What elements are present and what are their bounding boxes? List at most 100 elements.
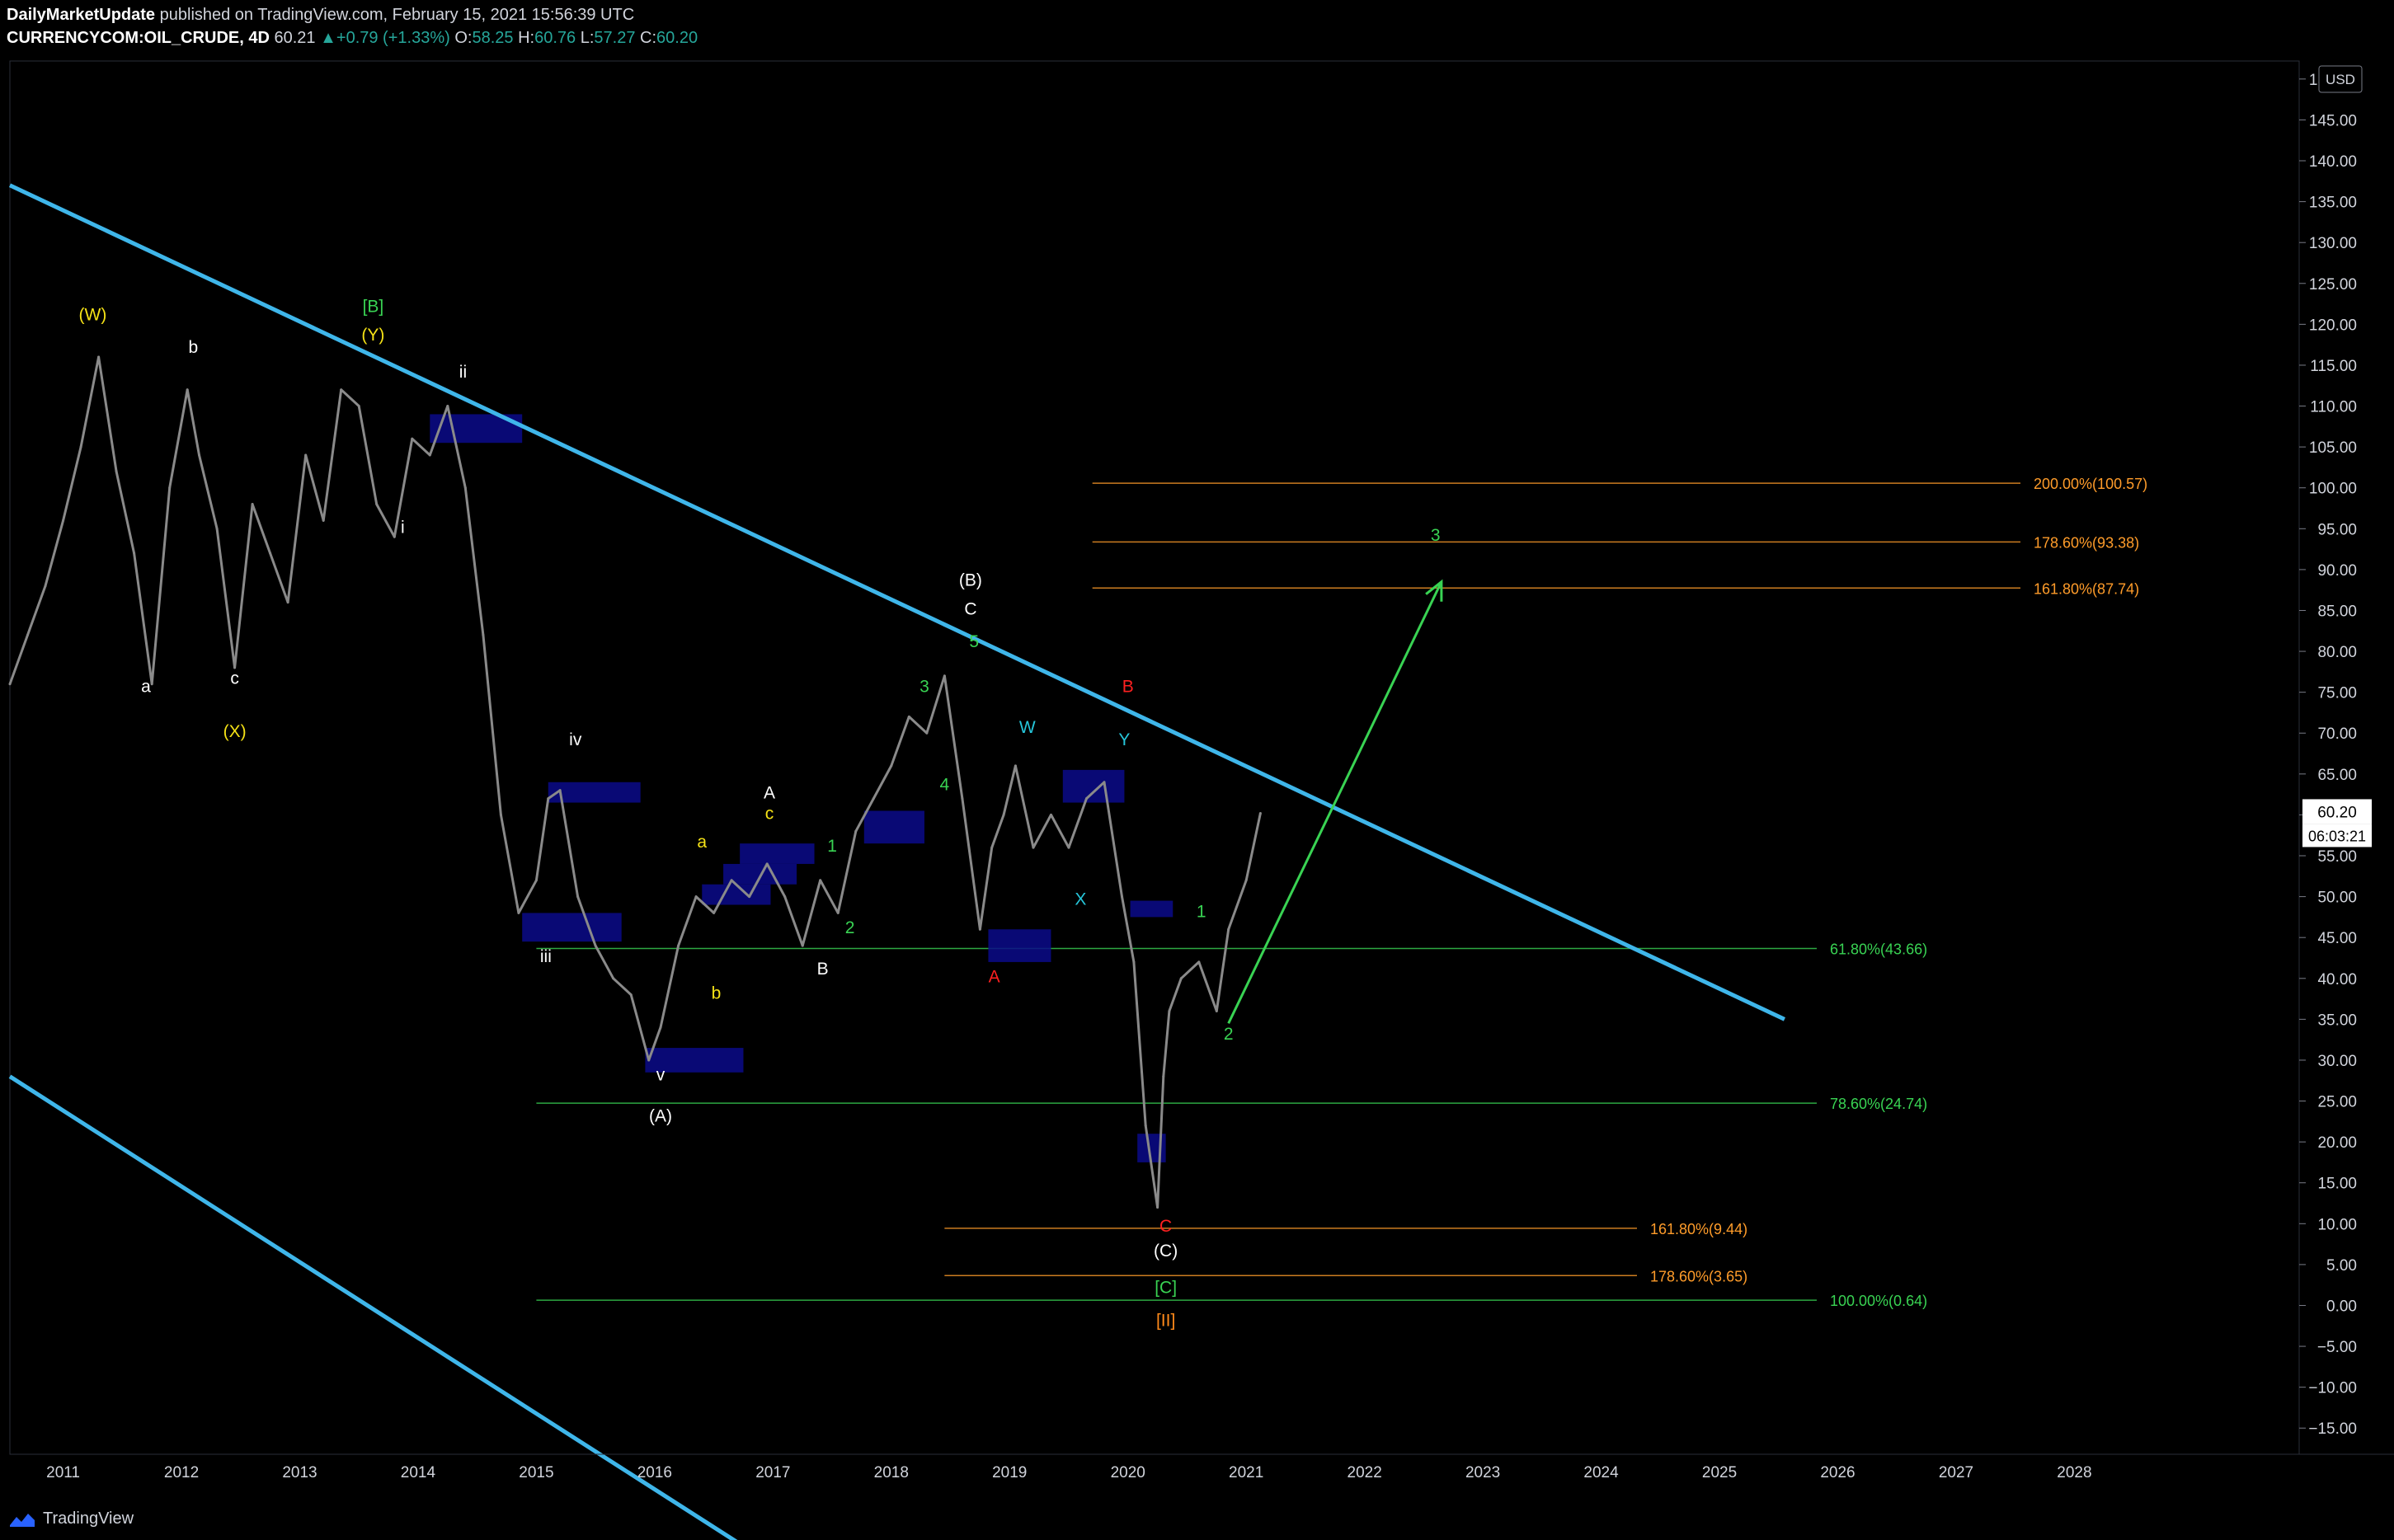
price-point: [890, 764, 893, 768]
price-tick-label: 120.00: [2309, 317, 2357, 334]
price-point: [1197, 960, 1201, 964]
wave-label: (C): [1154, 1242, 1178, 1261]
price-point: [150, 683, 153, 686]
price-tick-label: −10.00: [2308, 1380, 2357, 1397]
price-tick-label: 30.00: [2317, 1053, 2357, 1070]
support-resistance-zone[interactable]: [1130, 900, 1173, 918]
price-tick-label: 115.00: [2310, 358, 2357, 375]
price-point: [517, 911, 520, 914]
wave-label: iv: [569, 730, 582, 749]
wave-label: 5: [969, 632, 979, 651]
support-resistance-zone[interactable]: [988, 929, 1051, 962]
currency-label: USD: [2326, 72, 2355, 87]
price-point: [499, 813, 502, 816]
price-point: [943, 674, 946, 678]
price-point: [819, 879, 822, 882]
price-tick-label: 85.00: [2317, 603, 2357, 620]
support-resistance-zone[interactable]: [1062, 769, 1125, 803]
price-point: [1168, 1009, 1171, 1012]
wave-label: b: [712, 984, 722, 1003]
price-chart[interactable]: 200.00%(100.57) 178.60%(93.38) 161.80%(87.…: [0, 0, 2394, 1540]
price-point: [79, 445, 82, 448]
price-point: [115, 470, 118, 473]
price-tick-label: 140.00: [2309, 153, 2357, 171]
price-point: [1258, 811, 1262, 815]
price-point: [677, 944, 680, 947]
price-point: [978, 927, 981, 931]
price-tick-label: 40.00: [2317, 971, 2357, 988]
time-tick-label: 2019: [992, 1464, 1027, 1481]
wave-label: [C]: [1155, 1279, 1177, 1298]
support-resistance-zone[interactable]: [863, 810, 924, 844]
wave-label: (A): [649, 1106, 672, 1125]
wave-label: (Y): [361, 326, 384, 345]
price-tick-label: −5.00: [2317, 1339, 2357, 1356]
time-tick-label: 2023: [1465, 1464, 1500, 1481]
projection-arrow[interactable]: [1227, 581, 1443, 1024]
wave-label: 4: [940, 776, 950, 795]
price-point: [186, 388, 189, 392]
price-point: [694, 895, 698, 899]
time-tick-label: 2021: [1229, 1464, 1263, 1481]
fib-level-label: 61.80%(43.66): [1830, 941, 1927, 957]
wave-label: i: [401, 518, 405, 537]
fib-level-label: 200.00%(100.57): [2034, 476, 2147, 492]
support-resistance-zone[interactable]: [740, 843, 815, 864]
wave-label: a: [141, 678, 151, 697]
time-tick-label: 2025: [1702, 1464, 1737, 1481]
time-tick-label: 2024: [1583, 1464, 1619, 1481]
price-point: [925, 731, 929, 735]
time-tick-label: 2013: [282, 1464, 317, 1481]
price-tick-label: 135.00: [2309, 195, 2357, 212]
channel-trendline[interactable]: [8, 183, 1786, 1021]
price-point: [428, 453, 431, 457]
price-point: [576, 895, 580, 899]
price-tick-label: 95.00: [2317, 521, 2357, 538]
time-tick-label: 2017: [755, 1464, 790, 1481]
time-tick-label: 2015: [519, 1464, 553, 1481]
wave-label: B: [817, 960, 829, 979]
wave-label: c: [230, 669, 239, 688]
price-tick-label: 65.00: [2317, 767, 2357, 784]
wave-label: X: [1075, 890, 1086, 909]
price-tick-label: 50.00: [2317, 890, 2357, 907]
wave-label: ii: [459, 363, 467, 382]
wave-label: b: [189, 338, 199, 357]
price-point: [1085, 797, 1089, 801]
time-tick-label: 2022: [1348, 1464, 1382, 1481]
price-point: [1156, 1205, 1159, 1209]
price-point: [482, 633, 485, 636]
price-tick-label: −15.00: [2308, 1420, 2357, 1438]
wave-label: v: [656, 1066, 666, 1085]
fib-level-label: 178.60%(3.65): [1650, 1268, 1747, 1284]
wave-label: C: [964, 599, 976, 618]
wave-label: (B): [959, 571, 982, 590]
support-resistance-zone[interactable]: [522, 913, 622, 942]
price-point: [1032, 846, 1035, 849]
price-point: [594, 944, 597, 947]
price-point: [730, 879, 733, 882]
price-point: [97, 355, 101, 359]
price-point: [1162, 1075, 1165, 1078]
time-tick-label: 2020: [1111, 1464, 1145, 1481]
price-tick-label: 45.00: [2317, 930, 2357, 947]
time-tick-label: 2026: [1820, 1464, 1855, 1481]
time-tick-label: 2011: [46, 1464, 80, 1481]
price-point: [1121, 895, 1124, 899]
wave-label: 3: [1431, 526, 1441, 545]
price-point: [783, 895, 787, 899]
wave-label: iii: [540, 947, 552, 966]
price-tick-label: 80.00: [2317, 644, 2357, 661]
price-point: [62, 519, 65, 522]
wave-label: B: [1122, 678, 1134, 697]
support-resistance-zone[interactable]: [702, 884, 771, 905]
price-point: [961, 797, 964, 801]
wave-label: A: [989, 968, 1000, 987]
price-point: [1049, 813, 1052, 816]
price-point: [836, 911, 840, 914]
price-point: [340, 388, 343, 392]
price-point: [286, 601, 289, 604]
footer-brand[interactable]: TradingView: [43, 1509, 134, 1528]
last-price-label: 60.20: [2317, 804, 2357, 821]
price-point: [1067, 846, 1070, 849]
